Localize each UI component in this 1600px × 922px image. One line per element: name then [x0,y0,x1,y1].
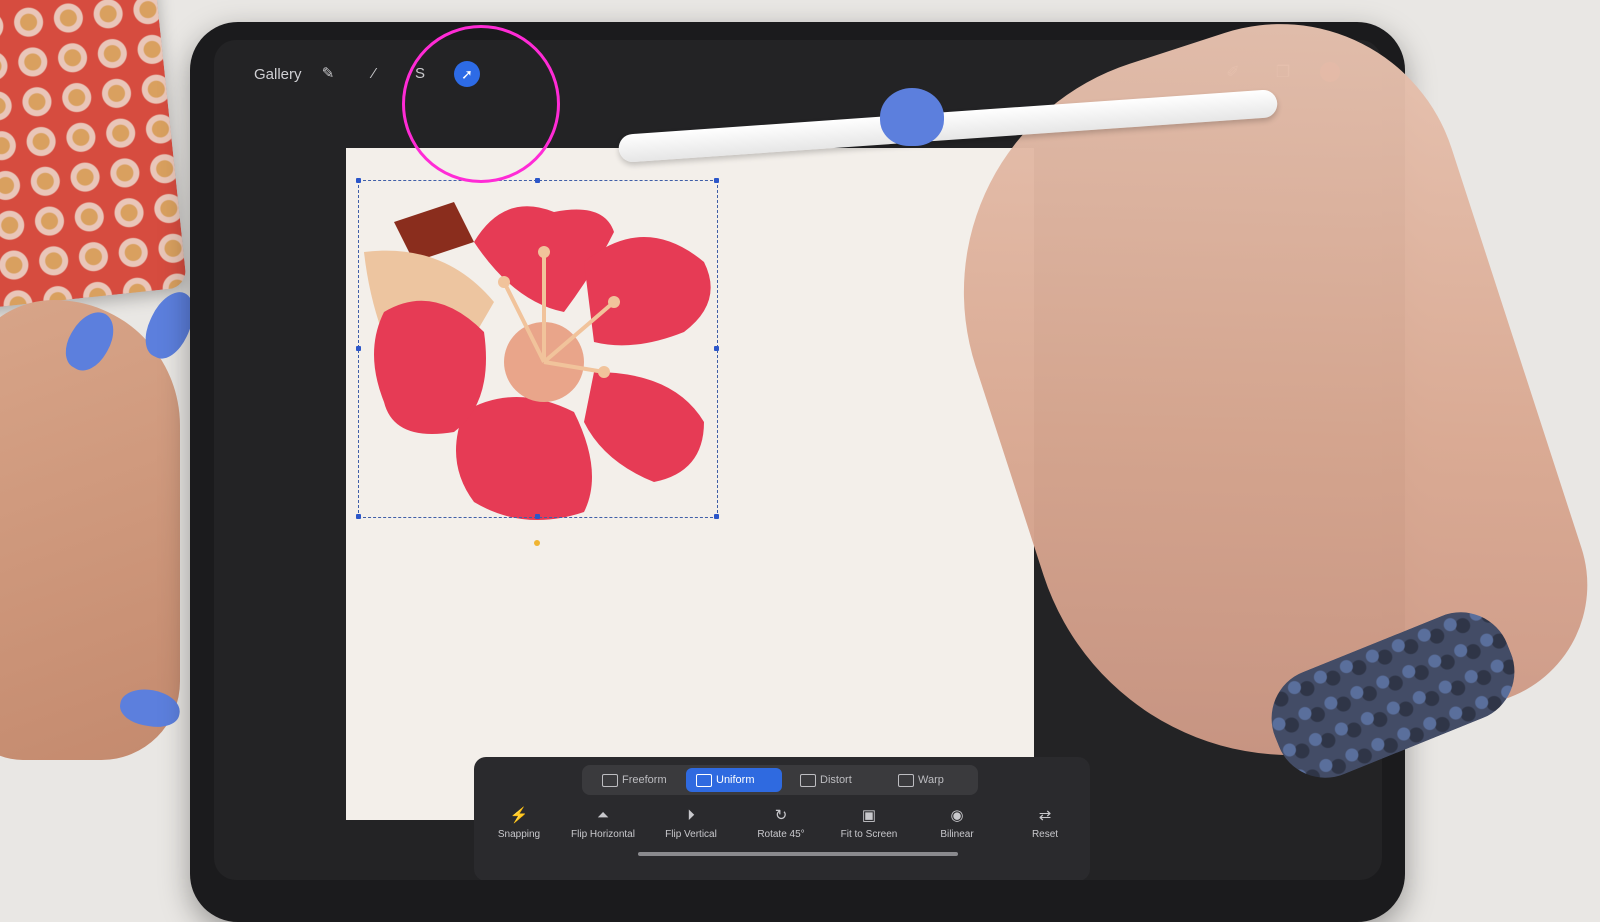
warp-icon [898,774,914,787]
desk-scene: Gallery ✎ ⁄ S ➚ ✐ ❐ [0,0,1600,922]
uniform-icon [696,774,712,787]
mode-warp[interactable]: Warp [888,768,978,792]
distort-icon [800,774,816,787]
flip-horizontal-icon: ⏶ [596,807,609,824]
transform-handle[interactable] [356,178,361,183]
mode-label: Uniform [716,774,755,786]
transform-handle[interactable] [356,346,361,351]
transform-selection-box[interactable] [358,180,718,518]
transform-handle[interactable] [714,178,719,183]
wrench-icon[interactable]: ✎ [318,64,338,84]
transform-handle[interactable] [714,514,719,519]
highlight-circle-annotation [402,25,560,183]
mode-distort[interactable]: Distort [790,768,886,792]
flip-horizontal-button[interactable]: ⏶ Flip Horizontal [558,805,648,840]
transform-handle[interactable] [714,346,719,351]
reset-icon: ⇄ [1038,807,1052,824]
tool-label: Reset [1031,829,1059,840]
tool-label: Bilinear [940,829,974,840]
fit-to-screen-button[interactable]: ▣ Fit to Screen [824,805,914,840]
mode-uniform[interactable]: Uniform [686,768,782,792]
transform-handle[interactable] [356,514,361,519]
rotation-handle[interactable] [534,540,540,546]
home-indicator [638,852,958,856]
tool-label: Flip Vertical [665,829,717,840]
flip-vertical-button[interactable]: ⏵ Flip Vertical [646,805,736,840]
snapping-button[interactable]: ⚡ Snapping [474,805,564,840]
reset-button[interactable]: ⇄ Reset [1000,805,1090,840]
tool-label: Fit to Screen [840,829,898,840]
transform-toolbar: Freeform Uniform Distort Warp ⚡ Snapping… [474,757,1090,880]
tool-label: Snapping [497,829,541,840]
snapping-icon: ⚡ [509,807,529,824]
gallery-button[interactable]: Gallery [254,66,302,83]
fit-screen-icon: ▣ [861,807,877,824]
drawing-canvas[interactable] [346,148,1034,820]
transform-handle[interactable] [535,178,540,183]
mode-label: Freeform [622,774,667,786]
bilinear-icon: ◉ [950,807,964,824]
flip-vertical-icon: ⏵ [687,807,695,824]
right-nail [880,88,944,146]
patterned-coaster [0,0,188,312]
mode-freeform[interactable]: Freeform [592,768,694,792]
transform-mode-selector: Freeform Uniform Distort Warp [582,765,978,795]
rotate-icon: ↻ [774,807,788,824]
freeform-icon [602,774,618,787]
transform-handle[interactable] [535,514,540,519]
transform-actions: ⚡ Snapping ⏶ Flip Horizontal ⏵ Flip Vert… [474,805,1090,865]
mode-label: Warp [918,774,944,786]
tool-label: Flip Horizontal [571,829,635,840]
tool-label: Rotate 45° [757,829,805,840]
adjustments-wand-icon[interactable]: ⁄ [364,64,384,84]
rotate-45-button[interactable]: ↻ Rotate 45° [736,805,826,840]
mode-label: Distort [820,774,852,786]
bilinear-button[interactable]: ◉ Bilinear [912,805,1002,840]
